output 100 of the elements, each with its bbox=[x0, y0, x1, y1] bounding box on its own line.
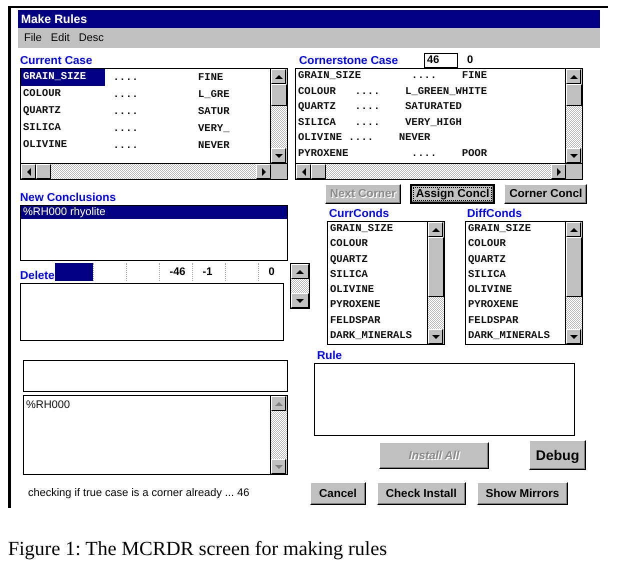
scroll-left-button[interactable] bbox=[296, 164, 311, 179]
grid-cell: -1 bbox=[192, 263, 225, 281]
conclusion-item[interactable]: %RH000 rhyolite bbox=[21, 206, 287, 219]
command-button[interactable]: Debug bbox=[529, 440, 586, 470]
scroll-up-button[interactable] bbox=[291, 264, 309, 279]
condition-item[interactable]: SILICA bbox=[466, 268, 565, 283]
condition-item[interactable]: PYROXENE bbox=[466, 298, 565, 314]
window-title: Make Rules bbox=[21, 12, 88, 26]
value-text: SATUR bbox=[198, 106, 231, 118]
condition-item[interactable]: GRAIN_SIZE bbox=[466, 222, 565, 238]
condition-item[interactable]: DARK_MINERALS bbox=[466, 328, 565, 344]
scroll-up-button[interactable] bbox=[566, 69, 581, 84]
value-text: L_GRE bbox=[198, 88, 231, 100]
scrollbar[interactable] bbox=[290, 263, 310, 309]
menu-item[interactable]: Edit bbox=[50, 32, 70, 44]
selected-cell[interactable] bbox=[54, 263, 93, 281]
section-label: Cornerstone Case bbox=[299, 54, 400, 68]
command-button[interactable]: Show Mirrors bbox=[476, 482, 568, 505]
scrollbar[interactable] bbox=[565, 222, 582, 344]
dots-text: .... bbox=[112, 72, 140, 84]
scroll-up-button[interactable] bbox=[566, 222, 581, 237]
scroll-right-button[interactable] bbox=[256, 164, 271, 179]
attribute-item[interactable]: SILICA bbox=[21, 120, 105, 137]
condition-item[interactable]: SILICA bbox=[328, 268, 427, 283]
scroll-thumb[interactable] bbox=[428, 237, 444, 297]
scroll-down-button[interactable] bbox=[428, 329, 443, 344]
dots-text: .... bbox=[112, 140, 140, 152]
case-row[interactable]: OLIVINE .... NEVER bbox=[296, 131, 565, 146]
attribute-item[interactable]: COLOUR bbox=[21, 86, 105, 103]
condition-item[interactable]: FELDSPAR bbox=[328, 314, 427, 329]
attribute-item[interactable]: QUARTZ bbox=[21, 103, 105, 120]
condition-item[interactable]: FELDSPAR bbox=[466, 314, 565, 329]
list-box[interactable]: GRAIN_SIZE .... FINE COLOUR .... L_GREEN_WHITE QUARTZ .... SATURATED SILICA .... VERY_HIGH OLIVINE .... NEVER PYROXENE .... POOR bbox=[295, 68, 583, 180]
scrollbar[interactable] bbox=[270, 396, 287, 474]
scroll-down-button[interactable] bbox=[566, 329, 581, 344]
scrollbar[interactable] bbox=[270, 69, 287, 163]
dots-text: .... bbox=[112, 106, 140, 118]
menu-item[interactable]: File bbox=[24, 32, 42, 44]
condition-item[interactable]: QUARTZ bbox=[466, 252, 565, 268]
count-text: 0 bbox=[467, 54, 474, 66]
list-box[interactable]: %RH000 rhyolite bbox=[20, 205, 288, 261]
list-box[interactable]: GRAIN_SIZE COLOUR QUARTZ SILICA OLIVINE PYROXENE FELDSPAR DARK_MINERALS bbox=[465, 221, 583, 345]
list-box[interactable]: GRAIN_SIZE .... FINE COLOUR .... L_GRE QUARTZ .... SATUR SILICA .... VERY_ OLIVINE .... NEVER bbox=[20, 68, 288, 180]
value-text: NEVER bbox=[198, 140, 231, 152]
scroll-down-button[interactable] bbox=[291, 293, 309, 308]
dots-text: .... bbox=[112, 88, 140, 100]
command-button[interactable]: Corner Concl bbox=[504, 184, 588, 204]
input-field[interactable] bbox=[23, 360, 288, 392]
condition-item[interactable]: OLIVINE bbox=[328, 283, 427, 298]
conclusion-item[interactable]: %RH000 bbox=[24, 396, 270, 414]
list-box[interactable]: GRAIN_SIZE COLOUR QUARTZ SILICA OLIVINE PYROXENE FELDSPAR DARK_MINERALS bbox=[327, 221, 445, 345]
case-row[interactable]: PYROXENE .... POOR bbox=[296, 146, 565, 162]
grid-strip[interactable]: -46 -1 0 bbox=[54, 263, 291, 281]
attribute-item[interactable]: OLIVINE bbox=[21, 137, 105, 154]
scroll-thumb[interactable] bbox=[566, 84, 582, 106]
scroll-thumb[interactable] bbox=[271, 84, 287, 106]
scroll-thumb[interactable] bbox=[36, 164, 51, 179]
scrollbar[interactable] bbox=[565, 69, 582, 163]
scroll-thumb[interactable] bbox=[311, 164, 326, 179]
scroll-right-button[interactable] bbox=[551, 164, 566, 179]
scrollbar[interactable] bbox=[21, 163, 287, 179]
case-number-field[interactable]: 46 bbox=[424, 52, 458, 68]
scroll-down-button[interactable] bbox=[566, 148, 581, 163]
section-label: CurrConds bbox=[328, 208, 390, 221]
scrollbar[interactable] bbox=[427, 222, 444, 344]
scrollbar[interactable] bbox=[296, 163, 582, 179]
scroll-thumb[interactable] bbox=[566, 237, 582, 297]
condition-item[interactable]: COLOUR bbox=[466, 237, 565, 252]
status-text: checking if true case is a corner already ... 46 bbox=[28, 487, 250, 499]
condition-item[interactable]: QUARTZ bbox=[328, 252, 427, 268]
scroll-up-button[interactable] bbox=[428, 222, 443, 237]
condition-item[interactable]: GRAIN_SIZE bbox=[328, 222, 427, 238]
scroll-down-button[interactable] bbox=[271, 148, 286, 163]
value-text: VERY_ bbox=[198, 122, 231, 134]
case-row[interactable]: GRAIN_SIZE .... FINE bbox=[296, 69, 565, 84]
scroll-up-button[interactable] bbox=[271, 69, 286, 84]
grid-cell: -46 bbox=[158, 263, 192, 281]
condition-item[interactable]: PYROXENE bbox=[328, 298, 427, 314]
list-box[interactable] bbox=[20, 283, 284, 341]
value-text: FINE bbox=[198, 72, 224, 84]
section-label: Current Case bbox=[20, 55, 94, 68]
command-button[interactable]: Check Install bbox=[376, 482, 466, 505]
list-box[interactable]: %RH000 bbox=[23, 395, 288, 475]
attribute-item[interactable]: GRAIN_SIZE bbox=[21, 69, 105, 86]
command-button[interactable]: Cancel bbox=[310, 482, 366, 505]
menu-item[interactable]: Desc bbox=[78, 32, 104, 44]
section-label: Delete bbox=[20, 270, 55, 283]
condition-item[interactable]: DARK_MINERALS bbox=[328, 328, 427, 344]
case-row[interactable]: SILICA .... VERY_HIGH bbox=[296, 116, 565, 131]
condition-item[interactable]: COLOUR bbox=[328, 237, 427, 252]
condition-item[interactable]: OLIVINE bbox=[466, 283, 565, 298]
command-button[interactable]: Assign Concl bbox=[410, 184, 496, 204]
scroll-up-button[interactable] bbox=[271, 396, 286, 411]
case-row[interactable]: COLOUR .... L_GREEN_WHITE bbox=[296, 84, 565, 100]
case-row[interactable]: QUARTZ .... SATURATED bbox=[296, 100, 565, 116]
scroll-down-button[interactable] bbox=[271, 459, 286, 474]
section-label: Rule bbox=[317, 350, 343, 363]
scroll-left-button[interactable] bbox=[21, 164, 36, 179]
section-label: New Conclusions bbox=[20, 192, 117, 205]
section-label: DiffConds bbox=[466, 208, 523, 221]
